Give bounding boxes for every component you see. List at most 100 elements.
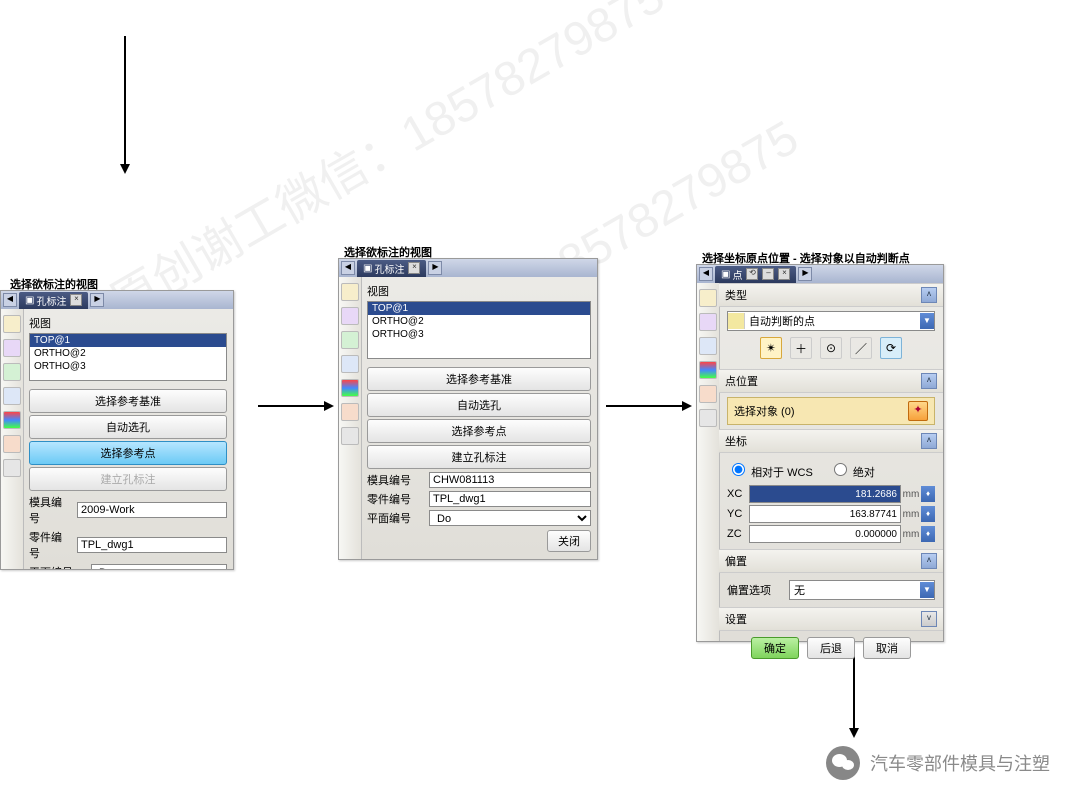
list-item[interactable]: ORTHO@3 [368, 328, 590, 341]
close-icon[interactable]: × [778, 268, 790, 280]
spinner-icon[interactable]: ♦ [921, 506, 935, 522]
spinner-icon[interactable]: ♦ [921, 486, 935, 502]
cursor-point-icon[interactable]: ＋ [790, 337, 812, 359]
panel1-tabstrip: ◀ ▣孔标注× ▶ [1, 291, 233, 309]
close-icon[interactable]: × [70, 294, 82, 306]
mold-no-input[interactable] [429, 472, 591, 488]
back-button[interactable]: 后退 [807, 637, 855, 659]
wechat-badge: 汽车零部件模具与注塑 [826, 746, 1050, 780]
chevron-up-icon[interactable]: ʌ [921, 553, 937, 569]
dropdown-arrow-icon[interactable]: ▼ [920, 313, 934, 329]
part-no-input[interactable] [429, 491, 591, 507]
list-item[interactable]: ORTHO@2 [30, 347, 226, 360]
auto-select-hole-button[interactable]: 自动选孔 [367, 393, 591, 417]
side-icon[interactable] [3, 459, 21, 477]
inferred-point-icon[interactable]: ✴ [760, 337, 782, 359]
views-label: 视图 [367, 283, 591, 299]
existing-point-icon[interactable]: ⊙ [820, 337, 842, 359]
side-icon[interactable] [699, 385, 717, 403]
mold-no-input[interactable] [77, 502, 227, 518]
list-item[interactable]: ORTHO@3 [30, 360, 226, 373]
chevron-up-icon[interactable]: ʌ [921, 373, 937, 389]
tab-hole-annotation[interactable]: ▣孔标注× [357, 260, 426, 277]
select-ref-point-button[interactable]: 选择参考点 [29, 441, 227, 465]
point-type-icon [728, 313, 745, 329]
side-icon[interactable] [699, 313, 717, 331]
yc-label: YC [727, 508, 749, 520]
more-tools-icon[interactable]: ⟳ [880, 337, 902, 359]
nav-left-icon[interactable]: ◀ [699, 267, 713, 281]
views-list[interactable]: TOP@1 ORTHO@2 ORTHO@3 [367, 301, 591, 359]
panel3: ◀ ▣点 ⟲ – × ▶ 类型ʌ 自动判断的点 ▼ ✴ ＋ ⊙ ／ [696, 264, 944, 642]
auto-select-hole-button[interactable]: 自动选孔 [29, 415, 227, 439]
part-no-input[interactable] [77, 537, 227, 553]
min-icon[interactable]: – [762, 268, 774, 280]
type-dropdown[interactable]: 自动判断的点 ▼ [727, 311, 935, 331]
side-icon[interactable] [341, 427, 359, 445]
zc-input[interactable]: 0.000000 [749, 525, 901, 543]
plane-no-select[interactable]: Do [429, 510, 591, 526]
section-coord[interactable]: 坐标ʌ [719, 429, 943, 453]
radio-relative-wcs[interactable]: 相对于 WCS [727, 460, 813, 480]
mold-no-label: 模具编号 [367, 472, 423, 488]
section-point-location[interactable]: 点位置ʌ [719, 369, 943, 393]
side-icon[interactable] [3, 435, 21, 453]
panel1: ◀ ▣孔标注× ▶ 视图 TOP@1 ORTHO@2 ORTHO@3 选择参考基… [0, 290, 234, 570]
close-button[interactable]: 关闭 [547, 530, 591, 552]
side-icon[interactable] [699, 361, 717, 379]
side-icon[interactable] [3, 363, 21, 381]
list-item[interactable]: TOP@1 [30, 334, 226, 347]
ok-button[interactable]: 确定 [751, 637, 799, 659]
side-icon[interactable] [699, 409, 717, 427]
side-icon[interactable] [341, 403, 359, 421]
side-icon[interactable] [341, 283, 359, 301]
spinner-icon[interactable]: ♦ [921, 526, 935, 542]
wechat-text: 汽车零部件模具与注塑 [870, 750, 1050, 776]
nav-left-icon[interactable]: ◀ [3, 293, 17, 307]
side-icon[interactable] [699, 337, 717, 355]
side-icon[interactable] [3, 315, 21, 333]
section-type[interactable]: 类型ʌ [719, 283, 943, 307]
views-list[interactable]: TOP@1 ORTHO@2 ORTHO@3 [29, 333, 227, 381]
side-icon[interactable] [3, 387, 21, 405]
plane-no-label: 平面编号 [367, 510, 423, 526]
panel2-tabstrip: ◀ ▣孔标注× ▶ [339, 259, 597, 277]
views-label: 视图 [29, 315, 227, 331]
tab-point[interactable]: ▣点 ⟲ – × [715, 266, 796, 283]
radio-absolute[interactable]: 绝对 [829, 460, 875, 480]
build-hole-annotation-button[interactable]: 建立孔标注 [367, 445, 591, 469]
list-item[interactable]: ORTHO@2 [368, 315, 590, 328]
chevron-up-icon[interactable]: ʌ [921, 287, 937, 303]
chevron-down-icon[interactable]: v [921, 611, 937, 627]
nav-right-icon[interactable]: ▶ [90, 293, 104, 307]
offset-option-dropdown[interactable]: 无 ▼ [789, 580, 935, 600]
nav-right-icon[interactable]: ▶ [798, 267, 812, 281]
side-icon[interactable] [341, 355, 359, 373]
side-icon[interactable] [3, 339, 21, 357]
dropdown-arrow-icon[interactable]: ▼ [920, 582, 934, 598]
chevron-up-icon[interactable]: ʌ [921, 433, 937, 449]
side-icon[interactable] [3, 411, 21, 429]
nav-left-icon[interactable]: ◀ [341, 261, 355, 275]
section-offset[interactable]: 偏置ʌ [719, 549, 943, 573]
cancel-button[interactable]: 取消 [863, 637, 911, 659]
side-icon[interactable] [341, 379, 359, 397]
nav-right-icon[interactable]: ▶ [428, 261, 442, 275]
pick-target-icon[interactable]: ✦ [908, 401, 928, 421]
close-icon[interactable]: × [408, 262, 420, 274]
undo-icon[interactable]: ⟲ [746, 268, 758, 280]
list-item[interactable]: TOP@1 [368, 302, 590, 315]
tab-hole-annotation[interactable]: ▣孔标注× [19, 292, 88, 309]
plane-no-select[interactable]: Do [91, 564, 227, 569]
section-settings[interactable]: 设置v [719, 607, 943, 631]
select-object-row[interactable]: 选择对象 (0) ✦ [727, 397, 935, 425]
select-ref-datum-button[interactable]: 选择参考基准 [29, 389, 227, 413]
yc-input[interactable]: 163.87741 [749, 505, 901, 523]
side-icon[interactable] [341, 307, 359, 325]
select-ref-point-button[interactable]: 选择参考点 [367, 419, 591, 443]
select-ref-datum-button[interactable]: 选择参考基准 [367, 367, 591, 391]
side-icon[interactable] [341, 331, 359, 349]
side-icon[interactable] [699, 289, 717, 307]
xc-input[interactable]: 181.2686 [749, 485, 901, 503]
endpoint-icon[interactable]: ／ [850, 337, 872, 359]
